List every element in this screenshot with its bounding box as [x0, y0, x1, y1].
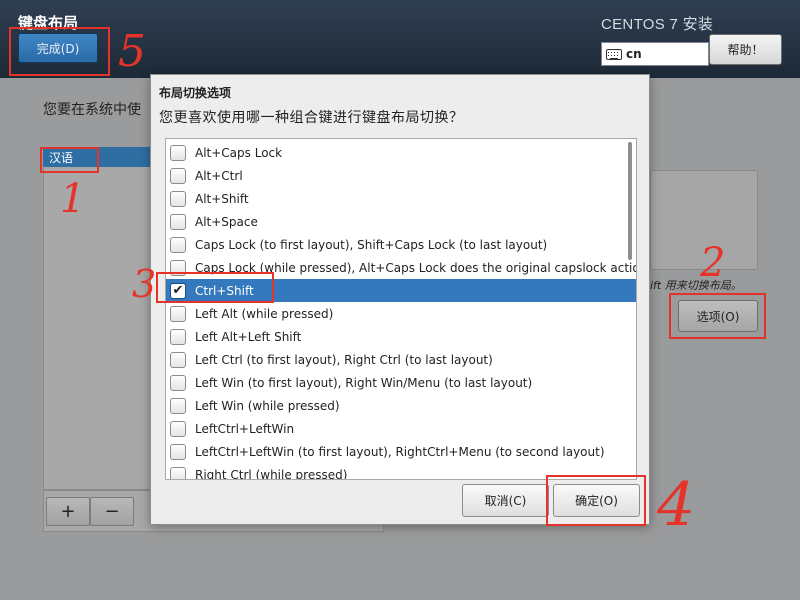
- switch-option-label: Caps Lock (to first layout), Shift+Caps …: [195, 237, 548, 252]
- checkbox[interactable]: [170, 443, 186, 460]
- switch-option-row[interactable]: LeftCtrl+LeftWin (to first layout), Righ…: [166, 440, 636, 463]
- switch-option-label: Right Ctrl (while pressed): [195, 467, 348, 480]
- switch-option-row[interactable]: Alt+Caps Lock: [166, 141, 636, 164]
- checkbox[interactable]: [170, 466, 186, 479]
- switch-option-label: LeftCtrl+LeftWin (to first layout), Righ…: [195, 444, 605, 459]
- checkbox[interactable]: [170, 236, 186, 253]
- switch-option-label: Left Alt (while pressed): [195, 306, 334, 321]
- switch-option-row[interactable]: Alt+Shift: [166, 187, 636, 210]
- checkbox[interactable]: [170, 190, 186, 207]
- checkbox[interactable]: [170, 328, 186, 345]
- checkbox[interactable]: [170, 213, 186, 230]
- dialog-question: 您更喜欢使用哪一种组合键进行键盘布局切换？: [159, 110, 464, 126]
- switch-option-label: Left Win (while pressed): [195, 398, 340, 413]
- dialog-title: 布局切换选项: [159, 86, 232, 100]
- annotation-box-done: [9, 27, 110, 76]
- switch-option-row[interactable]: Left Win (while pressed): [166, 394, 636, 417]
- switch-option-row[interactable]: Caps Lock (to first layout), Shift+Caps …: [166, 233, 636, 256]
- annotation-number-1: 1: [60, 176, 86, 222]
- checkbox[interactable]: [170, 374, 186, 391]
- switch-option-row[interactable]: Left Win (to first layout), Right Win/Me…: [166, 371, 636, 394]
- switch-option-row[interactable]: Left Ctrl (to first layout), Right Ctrl …: [166, 348, 636, 371]
- checkbox[interactable]: [170, 144, 186, 161]
- switch-option-label: Alt+Caps Lock: [195, 145, 283, 160]
- checkbox[interactable]: [170, 351, 186, 368]
- remove-layout-button[interactable]: −: [90, 497, 134, 526]
- annotation-number-5: 5: [118, 26, 146, 77]
- annotation-box-options: [669, 293, 766, 339]
- switch-option-row[interactable]: Alt+Space: [166, 210, 636, 233]
- switch-option-label: Alt+Shift: [195, 191, 249, 206]
- switch-options-list: Alt+Caps Lock Alt+Ctrl Alt+Shift Alt+Space C…: [165, 138, 637, 480]
- switch-option-label: Left Alt+Left Shift: [195, 329, 302, 344]
- switch-option-row[interactable]: Left Alt (while pressed): [166, 302, 636, 325]
- annotation-box-ctrl-shift: [156, 272, 274, 303]
- switch-hint-text: ift 用来切换布局。: [650, 279, 742, 292]
- switch-option-label: LeftCtrl+LeftWin: [195, 421, 295, 436]
- annotation-number-3: 3: [132, 262, 157, 306]
- help-button[interactable]: 帮助！: [709, 34, 782, 65]
- keyboard-indicator[interactable]: cn: [601, 42, 709, 66]
- annotation-box-language: [40, 147, 99, 173]
- product-title: CENTOS 7 安装: [601, 16, 714, 33]
- switch-option-row[interactable]: Alt+Ctrl: [166, 164, 636, 187]
- keyboard-layout-code: cn: [626, 47, 642, 61]
- keyboard-icon: [606, 48, 622, 60]
- annotation-number-2: 2: [700, 240, 726, 286]
- add-layout-button[interactable]: +: [46, 497, 90, 526]
- switch-option-label: Left Ctrl (to first layout), Right Ctrl …: [195, 352, 493, 367]
- switch-option-row[interactable]: LeftCtrl+LeftWin: [166, 417, 636, 440]
- annotation-box-ok: [546, 475, 646, 526]
- checkbox[interactable]: [170, 397, 186, 414]
- checkbox[interactable]: [170, 305, 186, 322]
- annotation-number-4: 4: [657, 470, 696, 540]
- switch-option-label: Alt+Space: [195, 214, 258, 229]
- checkbox[interactable]: [170, 420, 186, 437]
- switch-option-row[interactable]: Left Alt+Left Shift: [166, 325, 636, 348]
- cancel-button[interactable]: 取消(C): [462, 484, 549, 517]
- checkbox[interactable]: [170, 167, 186, 184]
- switch-option-label: Alt+Ctrl: [195, 168, 243, 183]
- intro-text: 您要在系统中使: [43, 102, 141, 118]
- switch-option-label: Left Win (to first layout), Right Win/Me…: [195, 375, 533, 390]
